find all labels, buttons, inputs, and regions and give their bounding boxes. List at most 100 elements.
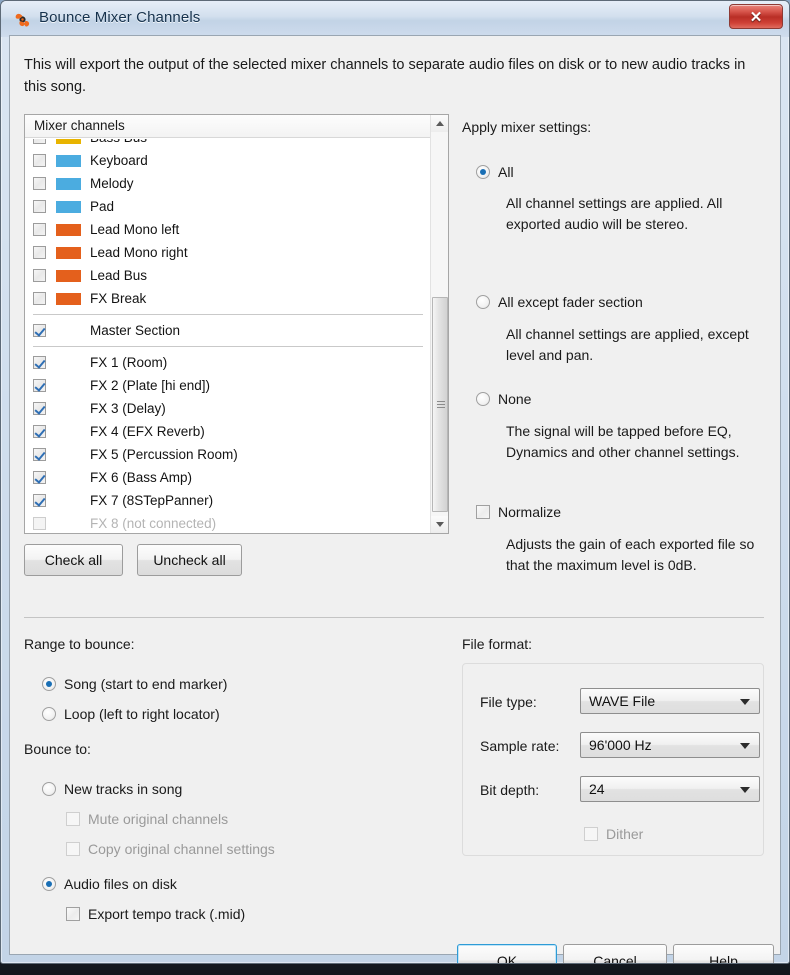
channel-color-chip <box>56 246 81 259</box>
channel-row[interactable]: FX 5 (Percussion Room) <box>25 443 431 466</box>
radio-icon <box>42 677 56 691</box>
cancel-button[interactable]: Cancel <box>563 944 667 963</box>
channel-row[interactable]: Master Section <box>25 319 431 342</box>
channel-checkbox-icon[interactable] <box>33 139 46 144</box>
checkbox-icon <box>66 907 80 921</box>
channel-row[interactable]: Lead Bus <box>25 264 431 287</box>
channel-checkbox-icon[interactable] <box>33 494 46 507</box>
checkbox-label: Normalize <box>498 504 562 520</box>
file-type-value: WAVE File <box>589 693 656 709</box>
radio-icon <box>42 877 56 891</box>
file-type-select[interactable]: WAVE File <box>580 688 760 714</box>
channel-row[interactable]: FX Break <box>25 287 431 310</box>
channel-row[interactable]: Bass Bus <box>25 139 431 149</box>
channel-row[interactable]: FX 3 (Delay) <box>25 397 431 420</box>
channel-color-chip <box>56 223 81 236</box>
channel-row[interactable]: Lead Mono left <box>25 218 431 241</box>
channel-checkbox-icon[interactable] <box>33 154 46 167</box>
mixer-channels-viewport: Bass Bus Keyboard Melody Pad Lead Mono left L… <box>25 139 431 534</box>
chevron-down-icon <box>740 787 750 793</box>
apply-none-description: The signal will be tapped before EQ, Dyn… <box>506 423 740 460</box>
channel-row[interactable]: FX 4 (EFX Reverb) <box>25 420 431 443</box>
checkbox-icon <box>476 505 490 519</box>
channel-row[interactable]: FX 6 (Bass Amp) <box>25 466 431 489</box>
channel-label: FX 1 (Room) <box>90 355 168 370</box>
channel-label: FX 2 (Plate [hi end]) <box>90 378 211 393</box>
radio-apply-all-except-fader[interactable]: All except fader section <box>476 294 643 310</box>
radio-apply-all[interactable]: All <box>476 164 514 180</box>
checkbox-icon <box>584 827 598 841</box>
apply-all-description: All channel settings are applied. All ex… <box>506 195 723 232</box>
checkbox-mute-original-channels: Mute original channels <box>66 811 228 827</box>
channel-label: Bass Bus <box>90 139 147 145</box>
channel-row[interactable]: Pad <box>25 195 431 218</box>
list-scrollbar[interactable] <box>430 115 448 533</box>
channel-checkbox-icon[interactable] <box>33 246 46 259</box>
channel-label: Melody <box>90 176 134 191</box>
dialog-window: Bounce Mixer Channels ✕ This will export… <box>0 0 790 964</box>
radio-bounce-audio-files-on-disk[interactable]: Audio files on disk <box>42 876 177 892</box>
channel-color-chip <box>56 139 81 144</box>
channel-color-chip <box>56 154 81 167</box>
channel-checkbox-icon[interactable] <box>33 324 46 337</box>
channel-checkbox-icon[interactable] <box>33 177 46 190</box>
channel-checkbox-icon[interactable] <box>33 448 46 461</box>
radio-label: Audio files on disk <box>64 876 177 892</box>
channel-label: Lead Mono left <box>90 222 180 237</box>
radio-apply-none[interactable]: None <box>476 391 531 407</box>
sample-rate-value: 96'000 Hz <box>589 737 652 753</box>
checkbox-icon <box>66 842 80 856</box>
close-button[interactable]: ✕ <box>729 4 783 29</box>
channel-row[interactable]: FX 2 (Plate [hi end]) <box>25 374 431 397</box>
radio-range-loop[interactable]: Loop (left to right locator) <box>42 706 220 722</box>
channel-label: FX 8 (not connected) <box>90 516 217 531</box>
channel-checkbox-icon[interactable] <box>33 425 46 438</box>
channel-color-chip <box>56 325 81 337</box>
radio-bounce-new-tracks[interactable]: New tracks in song <box>42 781 182 797</box>
channel-checkbox-icon[interactable] <box>33 269 46 282</box>
channel-checkbox-icon[interactable] <box>33 292 46 305</box>
channel-checkbox-icon[interactable] <box>33 402 46 415</box>
bit-depth-select[interactable]: 24 <box>580 776 760 802</box>
channel-label: Lead Mono right <box>90 245 188 260</box>
check-all-button[interactable]: Check all <box>24 544 123 576</box>
bit-depth-label: Bit depth: <box>480 782 540 798</box>
channel-row[interactable]: Keyboard <box>25 149 431 172</box>
help-button[interactable]: Help <box>673 944 774 963</box>
checkbox-icon <box>66 812 80 826</box>
checkbox-export-tempo-track[interactable]: Export tempo track (.mid) <box>66 906 245 922</box>
uncheck-all-button[interactable]: Uncheck all <box>137 544 242 576</box>
window-title: Bounce Mixer Channels <box>39 9 201 26</box>
scrollbar-thumb[interactable] <box>432 297 448 512</box>
channel-color-chip <box>56 380 81 392</box>
bit-depth-value: 24 <box>589 781 605 797</box>
channel-label: Keyboard <box>90 153 148 168</box>
channel-color-chip <box>56 200 81 213</box>
scroll-up-icon[interactable] <box>431 115 448 132</box>
channel-label: FX 6 (Bass Amp) <box>90 470 193 485</box>
checkbox-normalize[interactable]: Normalize <box>476 504 561 520</box>
sample-rate-select[interactable]: 96'000 Hz <box>580 732 760 758</box>
channel-checkbox-icon[interactable] <box>33 356 46 369</box>
channel-row[interactable]: Lead Mono right <box>25 241 431 264</box>
radio-icon <box>42 782 56 796</box>
channel-checkbox-icon[interactable] <box>33 379 46 392</box>
channel-label: FX 7 (8STepPanner) <box>90 493 214 508</box>
channel-label: FX 3 (Delay) <box>90 401 166 416</box>
ok-button[interactable]: OK <box>457 944 557 963</box>
channel-label: FX 4 (EFX Reverb) <box>90 424 205 439</box>
apply-mixer-settings-label: Apply mixer settings: <box>462 119 592 135</box>
scroll-down-icon[interactable] <box>431 516 448 533</box>
radio-range-song[interactable]: Song (start to end marker) <box>42 676 227 692</box>
radio-label: None <box>498 391 532 407</box>
channel-checkbox-icon[interactable] <box>33 223 46 236</box>
bounce-to-label: Bounce to: <box>24 741 91 757</box>
checkbox-label: Dither <box>606 826 644 842</box>
checkbox-label: Export tempo track (.mid) <box>88 906 246 922</box>
channel-color-chip <box>56 357 81 369</box>
channel-row[interactable]: Melody <box>25 172 431 195</box>
channel-checkbox-icon[interactable] <box>33 471 46 484</box>
channel-row[interactable]: FX 1 (Room) <box>25 351 431 374</box>
channel-row[interactable]: FX 7 (8STepPanner) <box>25 489 431 512</box>
channel-checkbox-icon[interactable] <box>33 200 46 213</box>
